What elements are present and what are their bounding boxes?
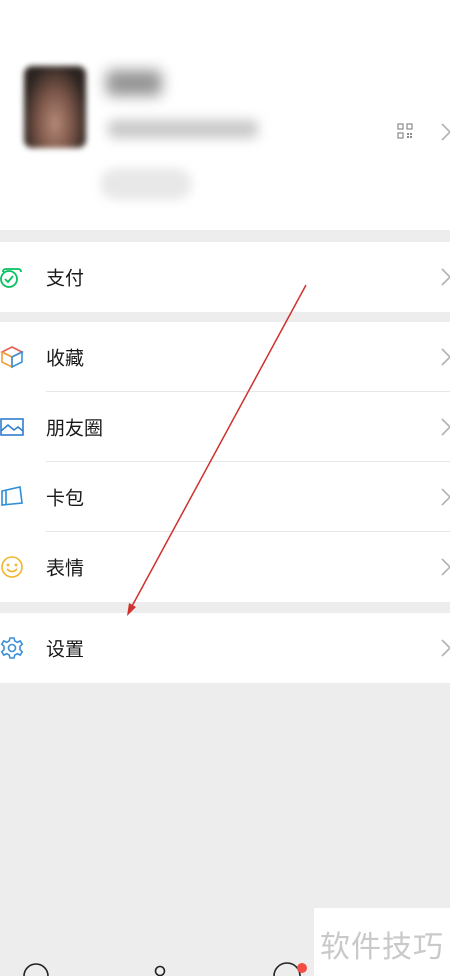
chevron-right-icon xyxy=(441,488,450,506)
profile-header[interactable] xyxy=(0,0,450,230)
services-group: 收藏 朋友圈 卡包 表情 xyxy=(0,322,450,602)
menu-label-moments: 朋友圈 xyxy=(46,417,104,440)
chevron-right-icon xyxy=(441,418,450,436)
cube-icon xyxy=(0,346,24,369)
menu-item-moments[interactable]: 朋友圈 xyxy=(0,392,450,462)
gear-icon xyxy=(0,637,24,659)
avatar[interactable] xyxy=(24,66,86,148)
chat-tab-icon xyxy=(23,963,49,976)
wechat-id-blurred xyxy=(108,120,258,138)
smile-icon xyxy=(1,556,23,578)
menu-label-favorites: 收藏 xyxy=(46,347,85,370)
picture-icon xyxy=(0,418,24,436)
pay-group: 支付 xyxy=(0,242,450,312)
nickname-blurred xyxy=(106,70,162,96)
chevron-right-icon xyxy=(441,558,450,576)
chevron-right-icon xyxy=(441,639,450,657)
wallet-check-icon xyxy=(0,268,22,288)
chevron-right-icon xyxy=(441,348,450,366)
qr-code-icon[interactable] xyxy=(397,123,413,139)
menu-label-pay: 支付 xyxy=(46,267,85,290)
menu-item-pay[interactable]: 支付 xyxy=(0,242,450,312)
menu-item-stickers[interactable]: 表情 xyxy=(0,532,450,602)
menu-label-settings: 设置 xyxy=(46,638,85,661)
menu-label-stickers: 表情 xyxy=(46,557,85,580)
menu-item-cards[interactable]: 卡包 xyxy=(0,462,450,532)
settings-group: 设置 xyxy=(0,613,450,683)
watermark-text: 软件技巧 xyxy=(320,930,444,965)
discover-tab-icon xyxy=(273,962,301,976)
card-icon xyxy=(1,486,23,506)
contacts-tab-icon xyxy=(154,965,166,976)
menu-label-cards: 卡包 xyxy=(46,487,85,510)
menu-item-favorites[interactable]: 收藏 xyxy=(0,322,450,392)
menu-item-settings[interactable]: 设置 xyxy=(0,613,450,683)
chevron-right-icon xyxy=(441,123,450,141)
notification-badge xyxy=(297,963,307,973)
chevron-right-icon xyxy=(441,268,450,286)
status-button-blurred[interactable] xyxy=(100,168,192,200)
